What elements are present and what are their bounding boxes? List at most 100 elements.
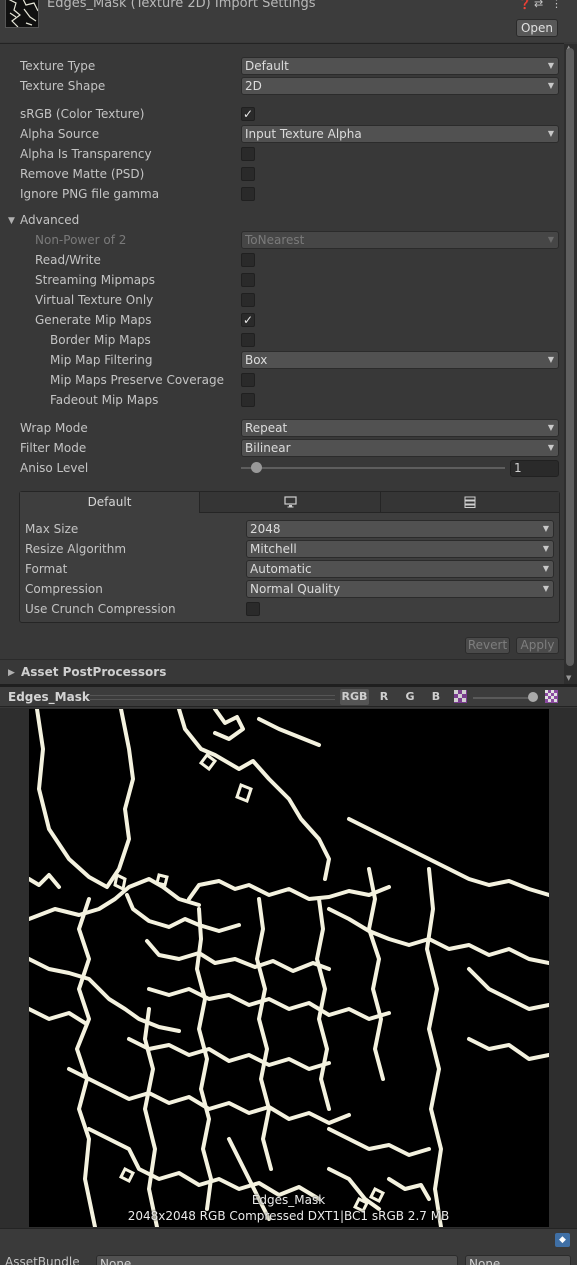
mip-level-slider[interactable]	[473, 697, 533, 699]
virtual-texture-only-checkbox[interactable]	[241, 293, 255, 307]
read-write-label: Read/Write	[35, 253, 101, 267]
channel-r-button[interactable]: R	[374, 689, 394, 705]
dropdown-arrow-icon: ▼	[542, 564, 549, 573]
use-crunch-label: Use Crunch Compression	[25, 602, 176, 616]
srgb-label: sRGB (Color Texture)	[20, 107, 145, 121]
virtual-texture-only-label: Virtual Texture Only	[35, 293, 154, 307]
texture-shape-dropdown[interactable]: 2D ▼	[241, 77, 559, 95]
non-power-of-2-label: Non-Power of 2	[35, 233, 127, 247]
label-tag-icon[interactable]: ◆	[555, 1233, 570, 1247]
mip-map-filtering-value: Box	[245, 353, 268, 367]
streaming-mipmaps-label: Streaming Mipmaps	[35, 273, 156, 287]
border-mip-maps-checkbox[interactable]	[241, 333, 255, 347]
asset-bundle-variant-dropdown[interactable]: None	[465, 1255, 571, 1265]
aniso-level-slider-handle[interactable]	[251, 462, 262, 473]
streaming-mipmaps-checkbox[interactable]	[241, 273, 255, 287]
channel-g-button[interactable]: G	[400, 689, 420, 705]
wrap-mode-label: Wrap Mode	[20, 421, 88, 435]
tab-default[interactable]: Default	[20, 492, 199, 513]
checker-background-icon[interactable]	[545, 690, 558, 706]
server-icon	[464, 496, 476, 508]
non-power-of-2-dropdown: ToNearest ▼	[241, 231, 559, 249]
dropdown-arrow-icon: ▼	[547, 81, 554, 90]
apply-button[interactable]: Apply	[516, 637, 559, 654]
mip-maps-preserve-coverage-checkbox[interactable]	[241, 373, 255, 387]
generate-mip-maps-label: Generate Mip Maps	[35, 313, 152, 327]
filter-mode-dropdown[interactable]: Bilinear ▼	[241, 439, 559, 457]
aniso-level-field[interactable]: 1	[510, 460, 559, 477]
alpha-source-value: Input Texture Alpha	[245, 127, 362, 141]
mip-map-filtering-label: Mip Map Filtering	[50, 353, 153, 367]
wrap-mode-value: Repeat	[245, 421, 288, 435]
filter-mode-label: Filter Mode	[20, 441, 87, 455]
srgb-checkbox[interactable]: ✓	[241, 107, 255, 121]
border-mip-maps-label: Border Mip Maps	[50, 333, 151, 347]
dropdown-arrow-icon: ▼	[542, 584, 549, 593]
dropdown-arrow-icon: ▼	[547, 423, 554, 432]
wrap-mode-dropdown[interactable]: Repeat ▼	[241, 419, 559, 437]
max-size-label: Max Size	[25, 522, 79, 536]
resize-algorithm-value: Mitchell	[250, 542, 297, 556]
texture-preview-image	[27, 707, 551, 1229]
texture-type-label: Texture Type	[20, 59, 96, 73]
open-button[interactable]: Open	[516, 19, 558, 37]
texture-type-dropdown[interactable]: Default ▼	[241, 57, 559, 75]
mip-level-slider-handle[interactable]	[528, 692, 538, 702]
section-divider	[0, 659, 564, 660]
preview-drag-grip[interactable]	[90, 699, 335, 700]
preview-image-name: Edges_Mask	[251, 1193, 326, 1207]
alpha-is-transparency-label: Alpha Is Transparency	[20, 147, 152, 161]
scrollbar-thumb[interactable]	[566, 48, 574, 666]
generate-mip-maps-checkbox[interactable]: ✓	[241, 313, 255, 327]
channel-b-button[interactable]: B	[426, 689, 446, 705]
mip-maps-preserve-coverage-label: Mip Maps Preserve Coverage	[50, 373, 224, 387]
remove-matte-label: Remove Matte (PSD)	[20, 167, 145, 181]
ignore-png-gamma-label: Ignore PNG file gamma	[20, 187, 160, 201]
aniso-level-label: Aniso Level	[20, 461, 89, 475]
asset-bundle-label: AssetBundle	[5, 1255, 80, 1265]
fadeout-mip-maps-label: Fadeout Mip Maps	[50, 393, 159, 407]
dropdown-arrow-icon: ▼	[547, 355, 554, 364]
texture-type-value: Default	[245, 59, 289, 73]
tab-standalone[interactable]	[200, 492, 380, 513]
use-crunch-checkbox[interactable]	[246, 602, 260, 616]
remove-matte-checkbox[interactable]	[241, 167, 255, 181]
ignore-png-gamma-checkbox[interactable]	[241, 187, 255, 201]
format-dropdown[interactable]: Automatic ▼	[246, 560, 554, 578]
tab-server[interactable]	[381, 492, 559, 513]
mip-map-filtering-dropdown[interactable]: Box ▼	[241, 351, 559, 369]
aniso-level-slider[interactable]	[241, 467, 505, 469]
alpha-is-transparency-checkbox[interactable]	[241, 147, 255, 161]
asset-postprocessors-foldout[interactable]: Asset PostProcessors	[21, 665, 166, 679]
resize-algorithm-dropdown[interactable]: Mitchell ▼	[246, 540, 554, 558]
preview-image-info: 2048x2048 RGB Compressed DXT1|BC1 sRGB 2…	[127, 1209, 450, 1223]
filter-mode-value: Bilinear	[245, 441, 291, 455]
texture-shape-label: Texture Shape	[20, 79, 106, 93]
resize-algorithm-label: Resize Algorithm	[25, 542, 127, 556]
preview-drag-grip[interactable]	[90, 695, 335, 696]
read-write-checkbox[interactable]	[241, 253, 255, 267]
fadeout-mip-maps-checkbox[interactable]	[241, 393, 255, 407]
revert-button[interactable]: Revert	[465, 637, 510, 654]
asset-postprocessors-foldout-icon[interactable]: ▶	[8, 668, 15, 678]
alpha-toggle-icon[interactable]	[454, 690, 467, 706]
settings-sliders-icon[interactable]: ⇄	[534, 0, 543, 10]
asset-bundle-dropdown[interactable]: None	[96, 1255, 458, 1265]
compression-label: Compression	[25, 582, 103, 596]
format-value: Automatic	[250, 562, 312, 576]
max-size-dropdown[interactable]: 2048 ▼	[246, 520, 554, 538]
scroll-down-icon[interactable]: ▼	[566, 674, 571, 682]
dropdown-arrow-icon: ▼	[542, 524, 549, 533]
channel-rgb-button[interactable]: RGB	[340, 689, 369, 705]
non-power-of-2-value: ToNearest	[245, 233, 305, 247]
advanced-foldout[interactable]: Advanced	[20, 213, 79, 227]
dropdown-arrow-icon: ▼	[547, 129, 554, 138]
more-menu-icon[interactable]: ⋮	[551, 0, 562, 10]
compression-dropdown[interactable]: Normal Quality ▼	[246, 580, 554, 598]
alpha-source-label: Alpha Source	[20, 127, 100, 141]
max-size-value: 2048	[250, 522, 281, 536]
advanced-foldout-icon[interactable]: ▼	[8, 216, 15, 226]
header-divider	[0, 43, 564, 44]
alpha-source-dropdown[interactable]: Input Texture Alpha ▼	[241, 125, 559, 143]
help-icon[interactable]: ❓	[518, 0, 532, 10]
